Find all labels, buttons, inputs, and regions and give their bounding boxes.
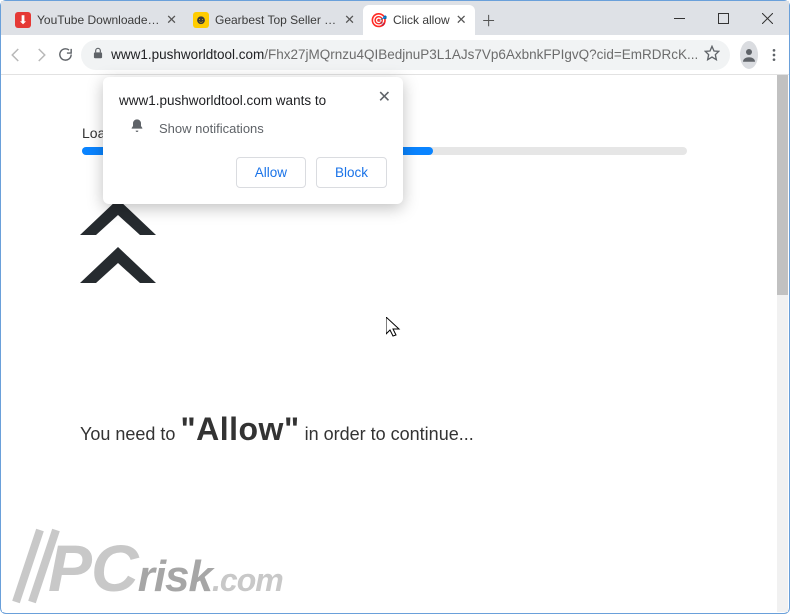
notification-permission-popup: ✕ www1.pushworldtool.com wants to Show n… — [103, 77, 403, 204]
window-titlebar: ⬇ YouTube Downloader - Do ✕ ☻ Gearbest T… — [1, 1, 789, 35]
allow-button[interactable]: Allow — [236, 157, 306, 188]
notification-origin: www1.pushworldtool.com wants to — [119, 93, 387, 108]
block-button[interactable]: Block — [316, 157, 387, 188]
notification-label: Show notifications — [159, 121, 264, 136]
lock-icon — [91, 46, 105, 63]
tab-title: Gearbest Top Seller - Dive — [215, 13, 338, 27]
close-icon[interactable]: ✕ — [166, 12, 177, 28]
bookmark-star-icon[interactable] — [704, 45, 720, 64]
maximize-button[interactable] — [701, 1, 745, 35]
page-icon: 🎯 — [371, 12, 387, 28]
window-controls — [657, 1, 789, 35]
tab-gearbest[interactable]: ☻ Gearbest Top Seller - Dive ✕ — [185, 5, 363, 35]
smile-icon: ☻ — [193, 12, 209, 28]
back-button[interactable] — [7, 40, 26, 70]
new-tab-button[interactable]: ＋ — [475, 5, 503, 35]
tab-strip: ⬇ YouTube Downloader - Do ✕ ☻ Gearbest T… — [1, 1, 657, 35]
download-icon: ⬇ — [15, 12, 31, 28]
tab-title: Click allow — [393, 13, 450, 27]
tab-title: YouTube Downloader - Do — [37, 13, 160, 27]
bell-icon — [129, 118, 145, 139]
close-icon[interactable]: ✕ — [378, 87, 391, 107]
menu-button[interactable] — [764, 40, 783, 70]
tab-youtube-downloader[interactable]: ⬇ YouTube Downloader - Do ✕ — [7, 5, 185, 35]
close-icon[interactable]: ✕ — [344, 12, 355, 28]
minimize-button[interactable] — [657, 1, 701, 35]
close-icon[interactable]: ✕ — [456, 12, 467, 28]
profile-button[interactable] — [740, 41, 758, 69]
forward-button[interactable] — [32, 40, 51, 70]
close-button[interactable] — [745, 1, 789, 35]
vertical-scrollbar[interactable] — [777, 75, 788, 612]
instruction-text: You need to "Allow" in order to continue… — [80, 411, 474, 448]
up-arrows-graphic — [80, 199, 156, 303]
scrollbar-thumb[interactable] — [777, 75, 788, 295]
tab-click-allow[interactable]: 🎯 Click allow ✕ — [363, 5, 475, 35]
reload-button[interactable] — [56, 40, 75, 70]
watermark: PCrisk.com — [20, 530, 283, 606]
url-text: www1.pushworldtool.com/Fhx27jMQrnzu4QIBe… — [111, 47, 698, 62]
toolbar: www1.pushworldtool.com/Fhx27jMQrnzu4QIBe… — [1, 35, 789, 75]
address-bar[interactable]: www1.pushworldtool.com/Fhx27jMQrnzu4QIBe… — [81, 40, 730, 70]
